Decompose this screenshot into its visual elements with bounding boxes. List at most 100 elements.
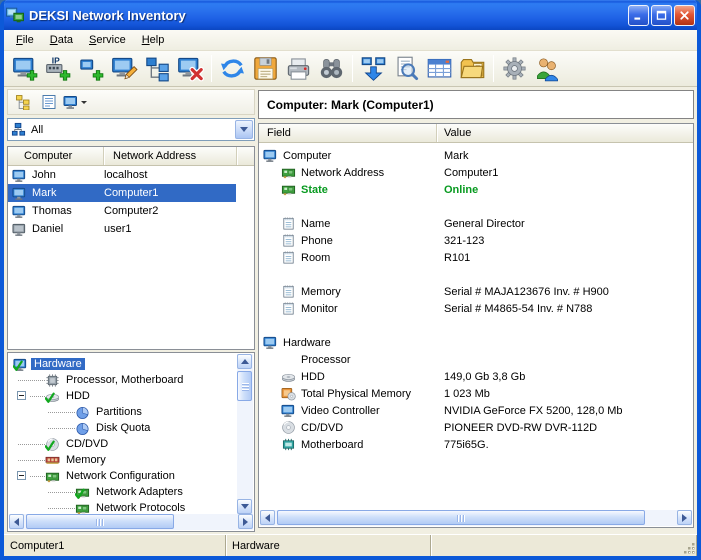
statusbar: Computer1 Hardware — [4, 534, 697, 556]
group-tree-button[interactable] — [11, 92, 35, 113]
add-host-button[interactable] — [75, 53, 108, 85]
field-row-processor[interactable]: Processor — [259, 351, 693, 368]
save-icon — [252, 55, 279, 82]
menu-file[interactable]: File — [8, 32, 42, 48]
reports-folder-button[interactable] — [456, 53, 489, 85]
field-value: PIONEER DVD-RW DVR-112D — [444, 421, 598, 434]
add-ip-range-button[interactable]: IP — [42, 53, 75, 85]
print-button[interactable] — [282, 53, 315, 85]
scroll-thumb[interactable] — [26, 514, 174, 529]
field-value: NVIDIA GeForce FX 5200, 128,0 Mb — [444, 404, 623, 417]
field-value-header: Field Value — [259, 124, 693, 143]
find-button[interactable] — [315, 53, 348, 85]
column-header-blank[interactable] — [237, 147, 254, 165]
computer-view-button[interactable] — [63, 92, 87, 113]
network-map-button[interactable] — [141, 53, 174, 85]
tree-vertical-scrollbar[interactable] — [237, 354, 253, 514]
field-row-hdd[interactable]: HDD 149,0 Gb 3,8 Gb — [259, 368, 693, 385]
field-row-name[interactable]: Name General Director — [259, 215, 693, 232]
add-computer-button[interactable] — [9, 53, 42, 85]
combobox-dropdown-button[interactable] — [235, 120, 253, 139]
tree-connector — [15, 372, 45, 388]
computer-row-thomas[interactable]: Thomas Computer2 — [8, 202, 254, 220]
field-row-motherboard[interactable]: Motherboard 775i65G. — [259, 436, 693, 453]
minimize-button[interactable] — [628, 4, 649, 26]
tree-expander-icon[interactable] — [17, 471, 26, 480]
computer-row-john[interactable]: John localhost — [8, 166, 254, 184]
field-row-computer[interactable]: Computer Mark — [259, 147, 693, 164]
field-name: Phone — [301, 234, 333, 247]
column-header-computer[interactable]: Computer — [8, 147, 104, 165]
group-filter-combobox[interactable]: All — [7, 118, 255, 141]
computer-row-mark[interactable]: Mark Computer1 — [8, 184, 254, 202]
column-header-field[interactable]: Field — [259, 124, 437, 142]
field-row-phone[interactable]: Phone 321-123 — [259, 232, 693, 249]
scroll-down-button[interactable] — [237, 499, 252, 514]
users-button[interactable] — [531, 53, 564, 85]
close-button[interactable] — [674, 4, 695, 26]
report-table-button[interactable] — [423, 53, 456, 85]
field-row-video-controller[interactable]: Video Controller NVIDIA GeForce FX 5200,… — [259, 402, 693, 419]
field-row-blank[interactable] — [259, 317, 693, 334]
tree-item-hardware[interactable]: Hardware — [9, 356, 237, 372]
maximize-button[interactable] — [651, 4, 672, 26]
menu-data[interactable]: Data — [42, 32, 81, 48]
resize-grip[interactable] — [683, 542, 696, 555]
scroll-thumb[interactable] — [237, 371, 252, 401]
refresh-button[interactable] — [216, 53, 249, 85]
scroll-right-button[interactable] — [238, 514, 253, 529]
field-row-blank[interactable] — [259, 198, 693, 215]
tree-expander-icon[interactable] — [17, 391, 26, 400]
tree-item-processor-motherboard[interactable]: Processor, Motherboard — [9, 372, 237, 388]
field-row-blank[interactable] — [259, 266, 693, 283]
field-name: Network Address — [301, 166, 385, 179]
tree-item-memory[interactable]: Memory — [9, 452, 237, 468]
tree-item-disk-quota[interactable]: Disk Quota — [9, 420, 237, 436]
tree-item-cd-dvd[interactable]: CD/DVD — [9, 436, 237, 452]
tree-item-hdd[interactable]: HDD — [9, 388, 237, 404]
scan-network-button[interactable] — [357, 53, 390, 85]
field-row-state[interactable]: State Online — [259, 181, 693, 198]
tree-horizontal-scrollbar[interactable] — [9, 514, 253, 530]
tree-item-network-protocols[interactable]: Network Protocols — [9, 500, 237, 514]
column-header-value[interactable]: Value — [437, 124, 693, 142]
tree-item-network-configuration[interactable]: Network Configuration — [9, 468, 237, 484]
scroll-left-button[interactable] — [9, 514, 24, 529]
tree-item-network-adapters[interactable]: Network Adapters — [9, 484, 237, 500]
tree-item-partitions[interactable]: Partitions — [9, 404, 237, 420]
statusbar-text: Computer1 — [10, 539, 65, 552]
tree-item-label: Network Protocols — [96, 502, 186, 514]
left-panel: All Computer Network Address John localh… — [7, 89, 255, 532]
field-name: Computer — [283, 149, 332, 162]
field-name: Total Physical Memory — [301, 387, 412, 400]
column-header-network-address[interactable]: Network Address — [104, 147, 237, 165]
details-view-button[interactable] — [37, 92, 61, 113]
computer-list: Computer Network Address John localhost — [7, 146, 255, 350]
field-row-total-physical-memory[interactable]: Total Physical Memory 1 023 Mb — [259, 385, 693, 402]
detail-horizontal-scrollbar[interactable] — [260, 510, 692, 526]
computer-row-daniel[interactable]: Daniel user1 — [8, 220, 254, 238]
field-row-memory[interactable]: Memory Serial # MAJA123676 Inv. # H900 — [259, 283, 693, 300]
netcard-check-icon — [75, 485, 90, 500]
field-row-room[interactable]: Room R101 — [259, 249, 693, 266]
tree-item-label: Hardware — [31, 358, 85, 370]
monitor-check-icon — [13, 357, 28, 372]
menu-help[interactable]: Help — [134, 32, 173, 48]
save-button[interactable] — [249, 53, 282, 85]
netcard-icon — [75, 501, 90, 515]
preview-report-button[interactable] — [390, 53, 423, 85]
field-row-monitor[interactable]: Monitor Serial # M4865-54 Inv. # N788 — [259, 300, 693, 317]
scroll-right-button[interactable] — [677, 510, 692, 525]
scroll-thumb[interactable] — [277, 510, 645, 525]
field-row-network-address[interactable]: Network Address Computer1 — [259, 164, 693, 181]
scroll-left-button[interactable] — [260, 510, 275, 525]
field-row-cd-dvd[interactable]: CD/DVD PIONEER DVD-RW DVR-112D — [259, 419, 693, 436]
delete-computer-button[interactable] — [174, 53, 207, 85]
scroll-up-button[interactable] — [237, 354, 252, 369]
statusbar-panel: Hardware — [226, 535, 431, 556]
menu-service[interactable]: Service — [81, 32, 134, 48]
settings-button[interactable] — [498, 53, 531, 85]
detail-header: Computer: Mark (Computer1) — [258, 90, 694, 119]
field-row-hardware[interactable]: Hardware — [259, 334, 693, 351]
edit-computer-button[interactable] — [108, 53, 141, 85]
